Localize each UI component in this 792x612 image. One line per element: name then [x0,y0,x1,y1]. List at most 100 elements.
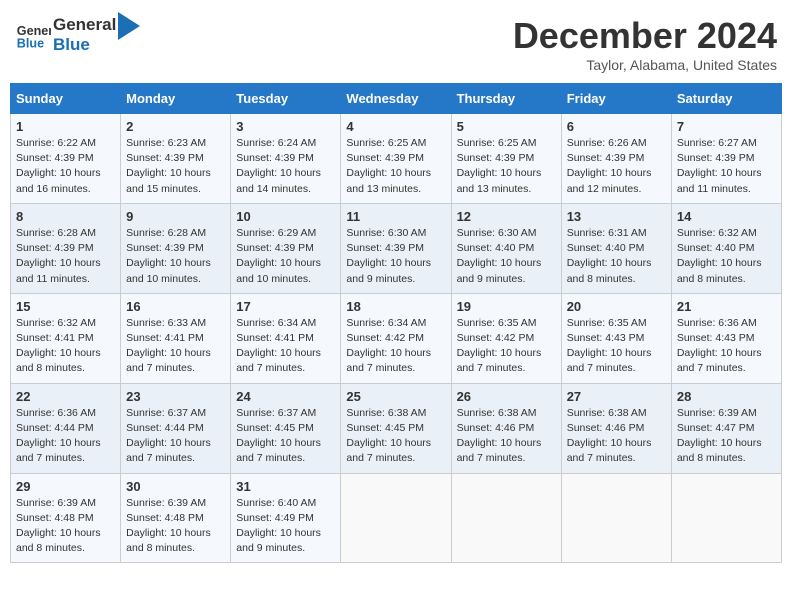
day-number: 21 [677,299,776,314]
day-number: 27 [567,389,666,404]
day-detail: Sunrise: 6:25 AM Sunset: 4:39 PM Dayligh… [457,136,556,197]
calendar-cell: 1Sunrise: 6:22 AM Sunset: 4:39 PM Daylig… [11,114,121,204]
calendar-cell: 18 Sunrise: 6:34 AM Sunset: 4:42 PM Dayli… [341,293,451,383]
calendar-cell: 2 Sunrise: 6:23 AM Sunset: 4:39 PM Daylig… [121,114,231,204]
day-detail: Sunrise: 6:34 AM Sunset: 4:42 PM Dayligh… [346,316,445,377]
day-number: 4 [346,119,445,134]
calendar-cell: 22 Sunrise: 6:36 AM Sunset: 4:44 PM Dayli… [11,383,121,473]
week-row-2: 8 Sunrise: 6:28 AM Sunset: 4:39 PM Daylig… [11,203,782,293]
day-header-sunday: Sunday [11,84,121,114]
logo: General Blue General Blue [15,15,140,56]
calendar-cell: 5 Sunrise: 6:25 AM Sunset: 4:39 PM Daylig… [451,114,561,204]
day-number: 10 [236,209,335,224]
day-detail: Sunrise: 6:36 AM Sunset: 4:43 PM Dayligh… [677,316,776,377]
day-number: 14 [677,209,776,224]
day-detail: Sunrise: 6:23 AM Sunset: 4:39 PM Dayligh… [126,136,225,197]
day-number: 26 [457,389,556,404]
day-number: 12 [457,209,556,224]
calendar-cell: 9Sunrise: 6:28 AM Sunset: 4:39 PM Daylig… [121,203,231,293]
day-detail: Sunrise: 6:28 AM Sunset: 4:39 PM Dayligh… [126,226,225,287]
day-detail: Sunrise: 6:35 AM Sunset: 4:42 PM Dayligh… [457,316,556,377]
day-number: 22 [16,389,115,404]
day-number: 8 [16,209,115,224]
day-number: 13 [567,209,666,224]
day-header-tuesday: Tuesday [231,84,341,114]
page-header: General Blue General Blue December 2024 … [10,10,782,73]
calendar-cell [341,473,451,563]
day-number: 30 [126,479,225,494]
day-detail: Sunrise: 6:37 AM Sunset: 4:45 PM Dayligh… [236,406,335,467]
day-detail: Sunrise: 6:30 AM Sunset: 4:40 PM Dayligh… [457,226,556,287]
day-header-saturday: Saturday [671,84,781,114]
location-subtitle: Taylor, Alabama, United States [513,57,777,73]
week-row-5: 29 Sunrise: 6:39 AM Sunset: 4:48 PM Dayli… [11,473,782,563]
day-number: 16 [126,299,225,314]
day-number: 1 [16,119,115,134]
day-number: 2 [126,119,225,134]
day-number: 5 [457,119,556,134]
day-detail: Sunrise: 6:35 AM Sunset: 4:43 PM Dayligh… [567,316,666,377]
calendar-cell: 8Sunrise: 6:28 AM Sunset: 4:39 PM Daylig… [11,203,121,293]
calendar-cell: 23Sunrise: 6:37 AM Sunset: 4:44 PM Dayli… [121,383,231,473]
day-header-wednesday: Wednesday [341,84,451,114]
month-title: December 2024 [513,15,777,57]
day-detail: Sunrise: 6:37 AM Sunset: 4:44 PM Dayligh… [126,406,225,467]
day-detail: Sunrise: 6:29 AM Sunset: 4:39 PM Dayligh… [236,226,335,287]
day-detail: Sunrise: 6:31 AM Sunset: 4:40 PM Dayligh… [567,226,666,287]
day-detail: Sunrise: 6:34 AM Sunset: 4:41 PM Dayligh… [236,316,335,377]
day-number: 19 [457,299,556,314]
day-number: 6 [567,119,666,134]
calendar-cell: 15Sunrise: 6:32 AM Sunset: 4:41 PM Dayli… [11,293,121,383]
day-detail: Sunrise: 6:30 AM Sunset: 4:39 PM Dayligh… [346,226,445,287]
day-number: 29 [16,479,115,494]
day-detail: Sunrise: 6:38 AM Sunset: 4:46 PM Dayligh… [567,406,666,467]
day-detail: Sunrise: 6:39 AM Sunset: 4:48 PM Dayligh… [126,496,225,557]
calendar-cell: 7 Sunrise: 6:27 AM Sunset: 4:39 PM Daylig… [671,114,781,204]
calendar-cell: 16Sunrise: 6:33 AM Sunset: 4:41 PM Dayli… [121,293,231,383]
day-header-friday: Friday [561,84,671,114]
calendar-cell: 12 Sunrise: 6:30 AM Sunset: 4:40 PM Dayli… [451,203,561,293]
logo-icon: General Blue [15,17,51,53]
day-number: 18 [346,299,445,314]
day-header-row: SundayMondayTuesdayWednesdayThursdayFrid… [11,84,782,114]
day-number: 31 [236,479,335,494]
day-number: 11 [346,209,445,224]
day-number: 7 [677,119,776,134]
logo-arrow-icon [118,12,140,40]
calendar-cell: 13 Sunrise: 6:31 AM Sunset: 4:40 PM Dayli… [561,203,671,293]
day-number: 20 [567,299,666,314]
day-header-monday: Monday [121,84,231,114]
calendar-cell: 6 Sunrise: 6:26 AM Sunset: 4:39 PM Daylig… [561,114,671,204]
calendar-cell: 24 Sunrise: 6:37 AM Sunset: 4:45 PM Dayli… [231,383,341,473]
calendar-cell: 27 Sunrise: 6:38 AM Sunset: 4:46 PM Dayli… [561,383,671,473]
day-detail: Sunrise: 6:32 AM Sunset: 4:40 PM Dayligh… [677,226,776,287]
week-row-4: 22 Sunrise: 6:36 AM Sunset: 4:44 PM Dayli… [11,383,782,473]
calendar-cell: 20 Sunrise: 6:35 AM Sunset: 4:43 PM Dayli… [561,293,671,383]
day-number: 15 [16,299,115,314]
day-detail: Sunrise: 6:26 AM Sunset: 4:39 PM Dayligh… [567,136,666,197]
calendar-cell: 28Sunrise: 6:39 AM Sunset: 4:47 PM Dayli… [671,383,781,473]
day-number: 25 [346,389,445,404]
calendar-cell: 10 Sunrise: 6:29 AM Sunset: 4:39 PM Dayli… [231,203,341,293]
day-number: 17 [236,299,335,314]
week-row-1: 1Sunrise: 6:22 AM Sunset: 4:39 PM Daylig… [11,114,782,204]
day-header-thursday: Thursday [451,84,561,114]
calendar-cell: 19 Sunrise: 6:35 AM Sunset: 4:42 PM Dayli… [451,293,561,383]
calendar-cell: 25 Sunrise: 6:38 AM Sunset: 4:45 PM Dayli… [341,383,451,473]
day-detail: Sunrise: 6:38 AM Sunset: 4:45 PM Dayligh… [346,406,445,467]
day-number: 24 [236,389,335,404]
calendar-cell: 21 Sunrise: 6:36 AM Sunset: 4:43 PM Dayli… [671,293,781,383]
calendar-cell: 30 Sunrise: 6:39 AM Sunset: 4:48 PM Dayli… [121,473,231,563]
day-detail: Sunrise: 6:38 AM Sunset: 4:46 PM Dayligh… [457,406,556,467]
calendar-cell: 17 Sunrise: 6:34 AM Sunset: 4:41 PM Dayli… [231,293,341,383]
svg-text:Blue: Blue [17,37,44,51]
calendar-cell: 3Sunrise: 6:24 AM Sunset: 4:39 PM Daylig… [231,114,341,204]
week-row-3: 15Sunrise: 6:32 AM Sunset: 4:41 PM Dayli… [11,293,782,383]
calendar-cell [561,473,671,563]
day-detail: Sunrise: 6:36 AM Sunset: 4:44 PM Dayligh… [16,406,115,467]
calendar-cell: 29 Sunrise: 6:39 AM Sunset: 4:48 PM Dayli… [11,473,121,563]
day-detail: Sunrise: 6:24 AM Sunset: 4:39 PM Dayligh… [236,136,335,197]
day-detail: Sunrise: 6:39 AM Sunset: 4:48 PM Dayligh… [16,496,115,557]
day-detail: Sunrise: 6:27 AM Sunset: 4:39 PM Dayligh… [677,136,776,197]
logo-general: General [53,15,116,35]
